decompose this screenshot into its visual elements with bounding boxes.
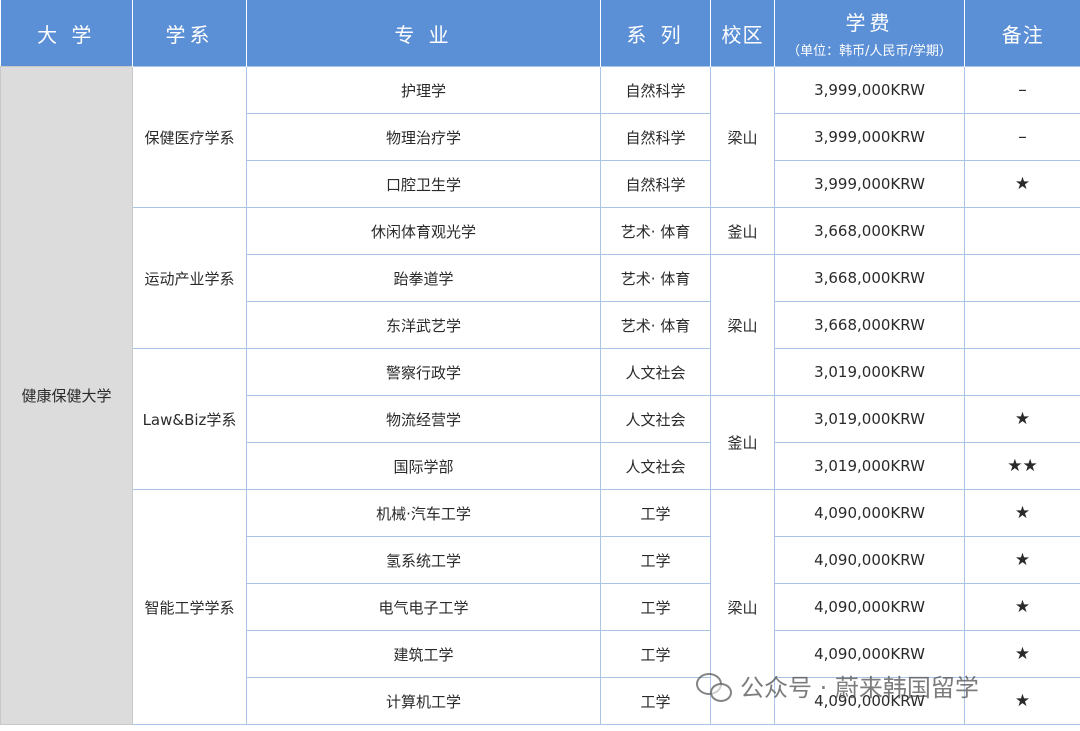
university-cell: 健康保健大学 bbox=[0, 66, 133, 725]
fee-cell: 3,019,000KRW bbox=[774, 395, 965, 443]
note-cell: ★ bbox=[964, 583, 1080, 631]
major-cell: 国际学部 bbox=[246, 442, 601, 490]
table-row: 健康保健大学 保健医疗学系 护理学 自然科学 梁山 3,999,000KRW – bbox=[0, 66, 1080, 725]
major-cell: 警察行政学 bbox=[246, 348, 601, 396]
category-cell: 自然科学 bbox=[600, 113, 711, 161]
campus-cell: 梁山 bbox=[710, 489, 775, 725]
note-cell: ★ bbox=[964, 160, 1080, 208]
fee-cell: 4,090,000KRW bbox=[774, 583, 965, 631]
major-cell: 东洋武艺学 bbox=[246, 301, 601, 349]
tuition-table: 大 学 学系 专 业 系 列 校区 学费 （单位：韩币/人民币/学期） 备注 健… bbox=[0, 0, 1080, 725]
major-cell: 机械·汽车工学 bbox=[246, 489, 601, 537]
fee-cell: 3,668,000KRW bbox=[774, 301, 965, 349]
fee-cell: 4,090,000KRW bbox=[774, 489, 965, 537]
fee-cell: 3,999,000KRW bbox=[774, 160, 965, 208]
major-cell: 计算机工学 bbox=[246, 677, 601, 725]
note-cell: ★ bbox=[964, 677, 1080, 725]
fee-cell: 3,999,000KRW bbox=[774, 66, 965, 114]
category-cell: 工学 bbox=[600, 583, 711, 631]
note-cell bbox=[964, 207, 1080, 255]
table-row: Law&Biz学系 警察行政学 人文社会 3,019,000KRW bbox=[1, 348, 1080, 490]
department-cell: 保健医疗学系 bbox=[132, 66, 247, 208]
category-cell: 艺术· 体育 bbox=[600, 254, 711, 302]
campus-cell: 梁山 bbox=[710, 66, 775, 208]
fee-cell: 4,090,000KRW bbox=[774, 536, 965, 584]
fee-cell: 4,090,000KRW bbox=[774, 677, 965, 725]
header-row: 大 学 学系 专 业 系 列 校区 学费 （单位：韩币/人民币/学期） 备注 bbox=[0, 0, 1080, 67]
category-cell: 艺术· 体育 bbox=[600, 301, 711, 349]
category-cell: 工学 bbox=[600, 536, 711, 584]
note-cell: ★ bbox=[964, 395, 1080, 443]
note-cell: ★ bbox=[964, 630, 1080, 678]
header-department: 学系 bbox=[132, 0, 247, 67]
fee-cell: 3,668,000KRW bbox=[774, 207, 965, 255]
category-cell: 自然科学 bbox=[600, 66, 711, 114]
fee-cell: 4,090,000KRW bbox=[774, 630, 965, 678]
note-cell: ★ bbox=[964, 489, 1080, 537]
major-cell: 跆拳道学 bbox=[246, 254, 601, 302]
note-cell: – bbox=[964, 66, 1080, 114]
header-fee-label: 学费 bbox=[845, 11, 894, 35]
header-fee-unit: （单位：韩币/人民币/学期） bbox=[787, 44, 952, 59]
department-cell: Law&Biz学系 bbox=[132, 348, 247, 490]
campus-cell: 釜山 bbox=[710, 207, 775, 255]
fee-cell: 3,019,000KRW bbox=[774, 442, 965, 490]
major-cell: 建筑工学 bbox=[246, 630, 601, 678]
major-cell: 休闲体育观光学 bbox=[246, 207, 601, 255]
category-cell: 工学 bbox=[600, 630, 711, 678]
category-cell: 工学 bbox=[600, 677, 711, 725]
category-cell: 人文社会 bbox=[600, 442, 711, 490]
fee-cell: 3,668,000KRW bbox=[774, 254, 965, 302]
header-category: 系 列 bbox=[600, 0, 711, 67]
note-cell: ★ bbox=[964, 536, 1080, 584]
note-cell bbox=[964, 254, 1080, 302]
header-major: 专 业 bbox=[246, 0, 601, 67]
header-note: 备注 bbox=[964, 0, 1080, 67]
department-cell: 智能工学学系 bbox=[132, 489, 247, 725]
note-cell: ★★ bbox=[964, 442, 1080, 490]
campus-cell: 梁山 bbox=[710, 254, 775, 396]
campus-cell: 釜山 bbox=[710, 395, 775, 490]
table-row: 运动产业学系 休闲体育观光学 艺术· 体育 釜山 3,668,000KRW bbox=[1, 207, 1080, 349]
major-cell: 物流经营学 bbox=[246, 395, 601, 443]
header-campus: 校区 bbox=[710, 0, 775, 67]
table-row: 智能工学学系 机械·汽车工学 工学 梁山 4,090,000KRW ★ bbox=[1, 489, 1080, 725]
fee-cell: 3,019,000KRW bbox=[774, 348, 965, 396]
major-cell: 护理学 bbox=[246, 66, 601, 114]
note-cell bbox=[964, 348, 1080, 396]
note-cell: – bbox=[964, 113, 1080, 161]
header-university: 大 学 bbox=[0, 0, 133, 67]
category-cell: 人文社会 bbox=[600, 395, 711, 443]
category-cell: 工学 bbox=[600, 489, 711, 537]
department-cell: 运动产业学系 bbox=[132, 207, 247, 349]
category-cell: 自然科学 bbox=[600, 160, 711, 208]
major-cell: 电气电子工学 bbox=[246, 583, 601, 631]
category-cell: 艺术· 体育 bbox=[600, 207, 711, 255]
category-cell: 人文社会 bbox=[600, 348, 711, 396]
header-fee: 学费 （单位：韩币/人民币/学期） bbox=[774, 0, 965, 67]
major-cell: 口腔卫生学 bbox=[246, 160, 601, 208]
note-cell bbox=[964, 301, 1080, 349]
major-cell: 物理治疗学 bbox=[246, 113, 601, 161]
major-cell: 氢系统工学 bbox=[246, 536, 601, 584]
fee-cell: 3,999,000KRW bbox=[774, 113, 965, 161]
